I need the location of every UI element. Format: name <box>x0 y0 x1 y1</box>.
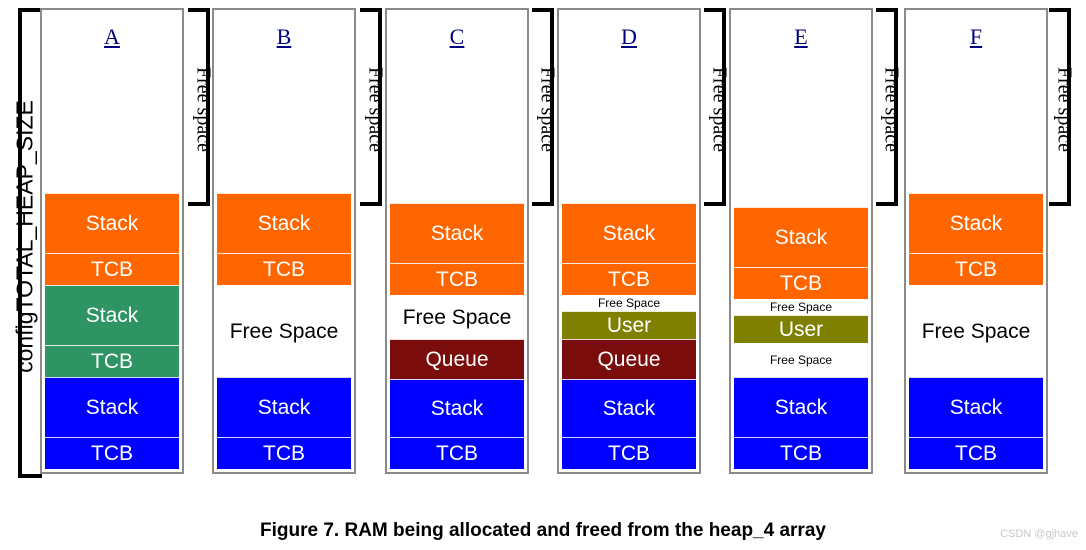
memory-block-tcb: TCB <box>734 437 868 469</box>
free-space-label: Free space <box>364 67 387 152</box>
memory-block-tcb: TCB <box>909 437 1043 469</box>
memory-block-user: User <box>562 311 696 339</box>
memory-block-tcb: TCB <box>390 437 524 469</box>
memory-block-stack: Stack <box>45 285 179 345</box>
memory-block-stack: Stack <box>45 377 179 437</box>
memory-block-empty <box>390 54 524 203</box>
free-space-bracket-e: Free space <box>872 8 908 206</box>
memory-block-stack: Stack TCB Stack TCB Stack TCB <box>45 13 179 469</box>
memory-block-stack: Stack TCB Free Space User Queue Stack TCB <box>562 13 696 469</box>
memory-block-free-space: Free Space <box>921 319 1031 343</box>
memory-block-tcb: TCB <box>45 345 179 377</box>
memory-block-stack: Stack <box>217 377 351 437</box>
memory-block-empty <box>45 44 179 193</box>
memory-block-stack: Stack TCB Free Space Stack TCB <box>909 13 1043 469</box>
memory-block-tcb: TCB <box>390 263 524 295</box>
memory-block-stack: Stack <box>562 203 696 263</box>
figure-caption: Figure 7. RAM being allocated and freed … <box>260 520 826 541</box>
memory-block-free-space: Free Space <box>597 296 661 310</box>
memory-block-stack: Stack <box>909 193 1043 253</box>
memory-block-tcb: TCB <box>734 267 868 299</box>
memory-block-tcb: TCB <box>909 253 1043 285</box>
memory-block-queue: Queue <box>390 339 524 379</box>
memory-block-stack: Stack <box>390 379 524 437</box>
free-space-label: Free space <box>536 67 559 152</box>
memory-block-tcb: TCB <box>217 437 351 469</box>
memory-column-d: D Stack TCB Free Space User Queue Stack TCB <box>557 8 701 474</box>
memory-block-stack: Stack <box>45 193 179 253</box>
memory-block-tcb: TCB <box>562 263 696 295</box>
memory-block-stack: Stack <box>217 193 351 253</box>
memory-block-stack: Stack <box>734 377 868 437</box>
memory-block-user: User <box>734 315 868 343</box>
free-space-label: Free space <box>1053 67 1076 152</box>
memory-block-tcb: TCB <box>562 437 696 469</box>
memory-block-empty <box>734 58 868 207</box>
memory-block-stack: Stack <box>390 203 524 263</box>
memory-column-b: B Stack TCB Free Space Stack TCB <box>212 8 356 474</box>
memory-block-empty <box>909 44 1043 193</box>
memory-block-stack: Stack <box>909 377 1043 437</box>
memory-block-stack: Stack TCB Free Space Stack TCB <box>217 13 351 469</box>
memory-block-free-space: Free Space <box>229 319 339 343</box>
free-space-label: Free space <box>880 67 903 152</box>
memory-block-free-space: Free Space <box>769 300 833 314</box>
free-space-label: Free space <box>708 67 731 152</box>
memory-block-stack: Stack <box>562 379 696 437</box>
memory-block-free-space: Free Space <box>402 305 512 329</box>
watermark: CSDN @gjhave <box>1000 528 1078 540</box>
memory-column-e: E Stack TCB Free Space User Free Space Stack TC… <box>729 8 873 474</box>
memory-block-tcb: TCB <box>45 437 179 469</box>
memory-column-c: C Stack TCB Free Space Queue Stack TCB <box>385 8 529 474</box>
memory-block-tcb: TCB <box>45 253 179 285</box>
memory-block-queue: Queue <box>562 339 696 379</box>
memory-block-stack: Stack TCB Free Space User Free Space Stack TCB <box>734 13 868 469</box>
memory-block-stack: Stack TCB Free Space Queue Stack TCB <box>390 13 524 469</box>
memory-column-a: A Stack TCB Stack TCB Stack TCB <box>40 8 184 474</box>
memory-block-empty <box>217 44 351 193</box>
memory-block-empty <box>562 54 696 203</box>
memory-block-tcb: TCB <box>217 253 351 285</box>
memory-block-free-space: Free Space <box>769 353 833 367</box>
free-space-bracket-f: Free space <box>1045 8 1081 206</box>
config-total-heap-size-label: configTOTAL_HEAP_SIZE <box>11 100 38 373</box>
heap-allocation-figure: configTOTAL_HEAP_SIZE A Stack TCB Stack TCB S… <box>0 0 1086 550</box>
memory-column-f: F Stack TCB Free Space Stack TCB <box>904 8 1048 474</box>
memory-block-stack: Stack <box>734 207 868 267</box>
